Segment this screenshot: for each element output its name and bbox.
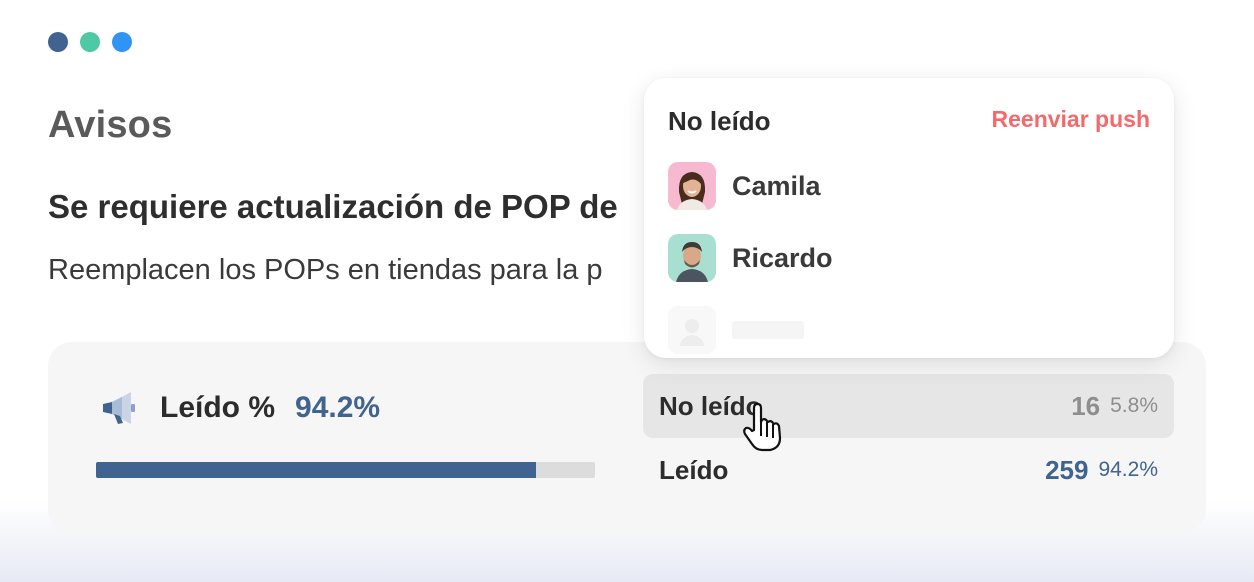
read-percent: 94.2% bbox=[1098, 458, 1158, 481]
read-progress-bar bbox=[96, 462, 595, 478]
unread-label: No leído bbox=[659, 390, 762, 421]
avatar-placeholder bbox=[668, 306, 716, 354]
read-summary: Leído % 94.2% bbox=[98, 386, 380, 430]
window-dot-1[interactable] bbox=[48, 32, 68, 52]
read-percent-value: 94.2% bbox=[295, 391, 381, 424]
unread-users-popover: No leído Reenviar push Camila Ricardo bbox=[644, 78, 1174, 358]
avatar bbox=[668, 234, 716, 282]
notice-body: Reemplacen los POPs en tiendas para la p bbox=[48, 254, 603, 286]
read-count: 259 bbox=[1045, 454, 1089, 485]
user-name: Camila bbox=[732, 170, 821, 201]
unread-count: 16 bbox=[1071, 390, 1101, 421]
read-percent-label: Leído % bbox=[160, 391, 276, 424]
read-stats-card: Leído % 94.2% No leído 16 5.8% Leído 259… bbox=[48, 342, 1206, 533]
unread-row[interactable]: No leído 16 5.8% bbox=[643, 374, 1174, 438]
window-dot-3[interactable] bbox=[112, 32, 132, 52]
name-placeholder bbox=[732, 321, 804, 339]
user-name: Ricardo bbox=[732, 242, 833, 273]
user-item[interactable]: Camila bbox=[668, 162, 821, 210]
user-item-placeholder bbox=[668, 306, 804, 354]
avatar bbox=[668, 162, 716, 210]
resend-push-button[interactable]: Reenviar push bbox=[992, 106, 1151, 133]
hand-pointer-cursor-icon bbox=[743, 402, 782, 452]
notice-headline: Se requiere actualización de POP de bbox=[48, 188, 618, 225]
window-dot-2[interactable] bbox=[80, 32, 100, 52]
read-row[interactable]: Leído 259 94.2% bbox=[643, 438, 1174, 502]
app-window: Avisos Se requiere actualización de POP … bbox=[0, 0, 1254, 582]
megaphone-icon bbox=[103, 392, 135, 424]
read-progress-fill bbox=[96, 462, 537, 478]
read-label: Leído bbox=[659, 454, 729, 485]
page-title: Avisos bbox=[48, 104, 173, 146]
unread-percent: 5.8% bbox=[1110, 394, 1158, 417]
window-controls bbox=[48, 32, 132, 52]
user-item[interactable]: Ricardo bbox=[668, 234, 833, 282]
popover-title: No leído bbox=[668, 106, 771, 136]
